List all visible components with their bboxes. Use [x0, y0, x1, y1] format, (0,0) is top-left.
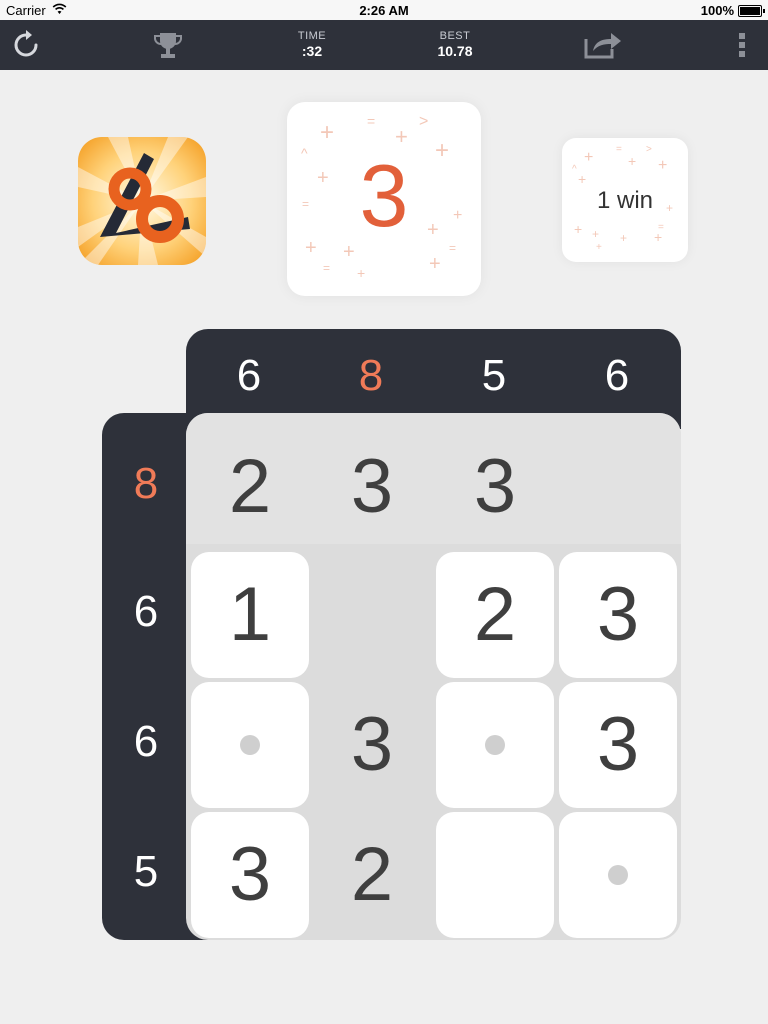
more-icon[interactable]: [735, 29, 749, 61]
wins-card: + = > + + ^ + + + + + + + = 1 win: [562, 138, 688, 262]
svg-text:=: =: [616, 144, 622, 155]
app-logo: [78, 137, 206, 265]
number-tile[interactable]: 3: [559, 682, 677, 808]
time-value: :32: [301, 43, 323, 59]
fixed-cell: 2: [313, 812, 431, 938]
svg-text:+: +: [305, 237, 317, 259]
row-sum: 6: [133, 717, 159, 766]
svg-text:+: +: [578, 171, 586, 187]
empty-cell[interactable]: [559, 424, 677, 550]
cell-value: 3: [350, 702, 394, 787]
status-bar: Carrier 2:26 AM 100%: [0, 0, 768, 20]
fixed-cell: 3: [313, 424, 431, 550]
cell-value: 3: [596, 572, 640, 657]
row-sum: 5: [133, 847, 159, 896]
empty-cell[interactable]: [313, 552, 431, 678]
empty-dot-marker: [608, 865, 628, 885]
number-tile[interactable]: [191, 682, 309, 808]
battery-icon: [738, 5, 765, 17]
svg-text:>: >: [419, 113, 428, 130]
cell-value: 3: [350, 444, 394, 529]
time-label: TIME: [297, 30, 327, 42]
empty-dot-marker: [485, 735, 505, 755]
cell-value: 1: [228, 572, 272, 657]
cell-value: 2: [473, 572, 517, 657]
svg-text:+: +: [357, 265, 365, 281]
wins-count: 1 win: [596, 187, 654, 214]
svg-text:+: +: [584, 149, 593, 166]
svg-text:+: +: [343, 241, 355, 263]
svg-text:=: =: [367, 113, 375, 129]
svg-text:=: =: [323, 261, 330, 275]
svg-text:+: +: [429, 253, 441, 275]
fixed-cell: 3: [313, 682, 431, 808]
toolbar: TIME :32 BEST 10.78: [0, 20, 768, 70]
number-tile[interactable]: 3: [559, 552, 677, 678]
number-tile[interactable]: 3: [191, 812, 309, 938]
svg-text:+: +: [658, 157, 667, 174]
column-sum: 6: [604, 351, 630, 400]
clock: 2:26 AM: [359, 3, 409, 18]
column-sum: 8: [358, 351, 384, 400]
svg-text:+: +: [574, 221, 582, 237]
cell-value: 3: [228, 832, 272, 917]
target-sum-card: + = > + + ^ + = + + + + = + = + 3: [287, 102, 481, 296]
time-stat: TIME :32: [272, 30, 352, 59]
column-sum: 5: [481, 351, 507, 400]
best-value: 10.78: [437, 43, 473, 59]
svg-text:>: >: [646, 144, 652, 155]
svg-text:+: +: [628, 153, 636, 169]
number-tile[interactable]: [436, 812, 554, 938]
best-stat: BEST 10.78: [415, 30, 495, 59]
number-tile[interactable]: [559, 812, 677, 938]
svg-text:+: +: [596, 242, 602, 253]
fixed-cell: 3: [436, 424, 554, 550]
cell-value: 2: [350, 832, 394, 917]
svg-text:+: +: [320, 119, 334, 146]
row-sum: 6: [133, 587, 159, 636]
number-tile[interactable]: 1: [191, 552, 309, 678]
cell-value: 3: [473, 444, 517, 529]
number-tile[interactable]: 2: [436, 552, 554, 678]
refresh-icon[interactable]: [10, 29, 42, 61]
number-tile[interactable]: [436, 682, 554, 808]
svg-text:^: ^: [572, 164, 577, 175]
best-label: BEST: [439, 30, 471, 42]
svg-text:+: +: [620, 231, 627, 245]
trophy-icon[interactable]: [152, 29, 184, 61]
number-grid: 2331233332: [186, 413, 681, 940]
battery-percent: 100%: [700, 3, 734, 18]
column-sum: 6: [236, 351, 262, 400]
target-sum-value: 3: [359, 146, 409, 245]
svg-text:=: =: [658, 222, 664, 233]
empty-dot-marker: [240, 735, 260, 755]
row-sum: 8: [133, 459, 159, 508]
cell-value: 3: [596, 702, 640, 787]
cell-value: 2: [228, 444, 272, 529]
svg-text:+: +: [592, 227, 599, 241]
svg-text:=: =: [449, 241, 456, 255]
fixed-cell: 2: [191, 424, 309, 550]
share-icon[interactable]: [583, 29, 623, 61]
